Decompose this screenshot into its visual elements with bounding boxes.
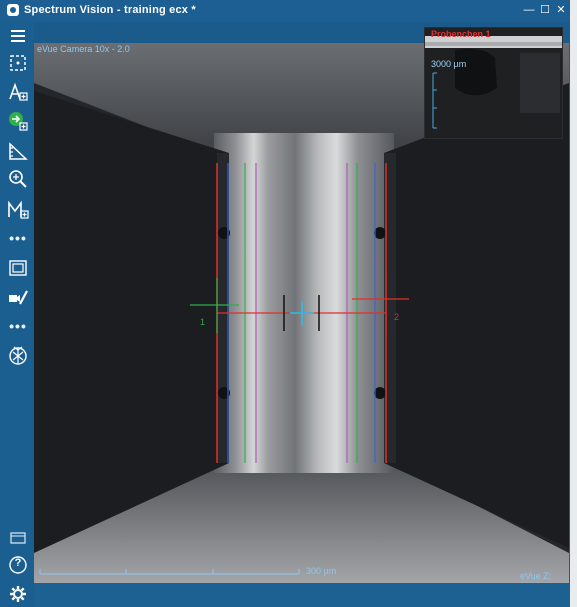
- more-icon[interactable]: •••: [7, 227, 29, 249]
- close-button[interactable]: ✕: [554, 3, 568, 17]
- measure-m-icon[interactable]: [7, 199, 29, 221]
- maximize-button[interactable]: ☐: [538, 3, 552, 17]
- panel-toggle-icon[interactable]: [7, 527, 29, 549]
- z-position-label: eVue Z: 2000: [520, 571, 552, 583]
- app-logo-icon: [7, 4, 19, 16]
- frame-icon[interactable]: [7, 257, 29, 279]
- app-window: Spectrum Vision - training ecx * — ☐ ✕ •…: [0, 0, 570, 607]
- minimize-button[interactable]: —: [522, 3, 536, 17]
- zoom-magnify-icon[interactable]: [7, 168, 29, 190]
- marker-2-label: 2: [394, 312, 400, 322]
- inset-title: Probenchen 1: [431, 29, 491, 39]
- camera-label: eVue Camera 10x - 2.0: [37, 44, 130, 54]
- pattern-badge-icon[interactable]: [7, 344, 29, 366]
- measure-ruler-icon[interactable]: [7, 140, 29, 162]
- menu-icon[interactable]: [7, 25, 29, 47]
- overview-inset[interactable]: Probenchen 1 3000 µm: [424, 27, 563, 139]
- settings-icon[interactable]: [7, 583, 29, 605]
- inset-scale-label: 3000 µm: [431, 59, 467, 69]
- navigate-add-icon[interactable]: [7, 110, 29, 132]
- help-icon[interactable]: ?: [7, 554, 29, 576]
- more-icon[interactable]: •••: [7, 315, 29, 337]
- help-label: ?: [14, 557, 22, 569]
- window-title: Spectrum Vision - training ecx *: [24, 4, 196, 16]
- text-annotate-icon[interactable]: [7, 81, 29, 103]
- title-bar: Spectrum Vision - training ecx * — ☐ ✕: [0, 0, 570, 22]
- background-edge: [570, 0, 577, 607]
- overview-image: [425, 28, 562, 138]
- select-region-icon[interactable]: [7, 52, 29, 74]
- marker-1-label: 1: [200, 317, 206, 327]
- camera-pen-icon[interactable]: [7, 287, 29, 309]
- scale-bar-label: 300 µm: [306, 566, 337, 576]
- status-footer: [34, 583, 570, 607]
- tool-sidebar: ••• ••• ?: [0, 22, 33, 607]
